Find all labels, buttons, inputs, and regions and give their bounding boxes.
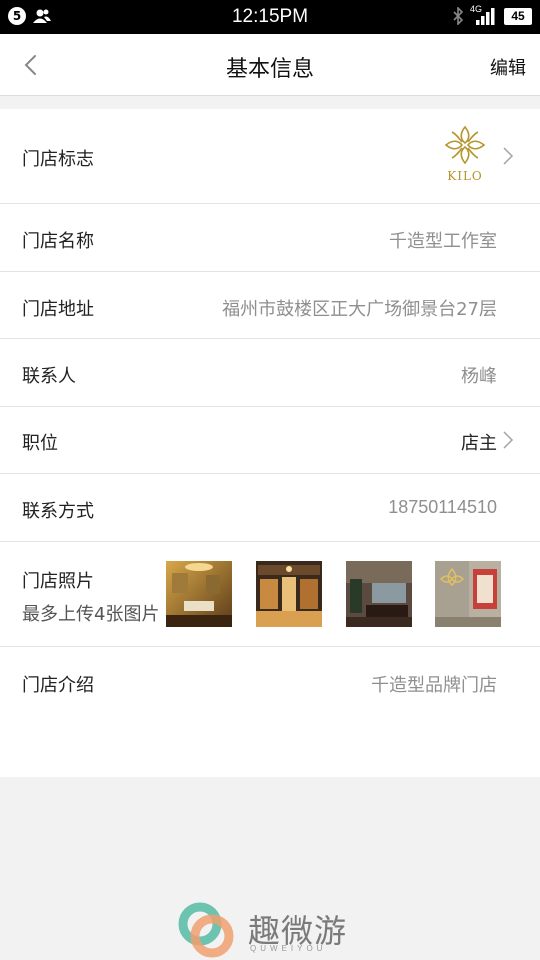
row-contact-person: 联系人 杨峰	[0, 339, 540, 407]
phone-label: 联系方式	[22, 501, 94, 522]
position-value: 店主	[461, 433, 497, 454]
bluetooth-icon	[453, 7, 464, 25]
store-name-value: 千造型工作室	[389, 231, 497, 252]
phone-value: 18750114510	[388, 497, 497, 517]
store-photos-label: 门店照片	[22, 571, 94, 592]
chevron-right-icon	[503, 431, 514, 449]
status-bar: 5 12:15PM 4G 45	[0, 0, 540, 34]
store-intro-label: 门店介绍	[22, 675, 94, 696]
store-photo-3[interactable]	[346, 561, 412, 627]
store-photo-4[interactable]	[435, 561, 501, 627]
contact-person-label: 联系人	[22, 366, 76, 387]
store-photos-hint: 最多上传4张图片	[22, 604, 160, 625]
store-photo-1[interactable]	[166, 561, 232, 627]
nav-bar: 基本信息 编辑	[0, 34, 540, 96]
store-name-label: 门店名称	[22, 231, 94, 252]
info-card: 门店标志 KILO 门店名称 千造型工作室 门店地址 福州市鼓楼区正大广场御景台…	[0, 109, 540, 777]
store-logo-label: 门店标志	[22, 149, 94, 170]
edit-button[interactable]: 编辑	[490, 54, 526, 80]
chevron-right-icon	[503, 147, 514, 165]
row-position[interactable]: 职位 店主	[0, 407, 540, 474]
contact-person-value: 杨峰	[461, 366, 497, 387]
row-store-logo[interactable]: 门店标志 KILO	[0, 109, 540, 204]
store-address-value: 福州市鼓楼区正大广场御景台27层	[222, 299, 497, 320]
watermark-sub: QUWEIYOU	[250, 944, 327, 953]
kilo-logo-icon	[444, 125, 486, 165]
row-phone: 联系方式 18750114510	[0, 474, 540, 542]
row-store-intro: 门店介绍 千造型品牌门店	[0, 647, 540, 717]
store-logo: KILO	[442, 123, 488, 185]
row-store-photos: 门店照片 最多上传4张图片	[0, 542, 540, 647]
store-photo-2[interactable]	[256, 561, 322, 627]
signal-icon	[476, 8, 495, 25]
row-store-name: 门店名称 千造型工作室	[0, 204, 540, 272]
quweiyou-logo-icon	[178, 902, 234, 958]
battery-indicator: 45	[504, 7, 532, 25]
store-address-label: 门店地址	[22, 299, 94, 320]
store-logo-text: KILO	[447, 169, 483, 183]
page-title: 基本信息	[225, 57, 314, 82]
store-intro-value: 千造型品牌门店	[371, 675, 497, 696]
position-label: 职位	[22, 433, 58, 454]
row-store-address: 门店地址 福州市鼓楼区正大广场御景台27层	[0, 272, 540, 339]
